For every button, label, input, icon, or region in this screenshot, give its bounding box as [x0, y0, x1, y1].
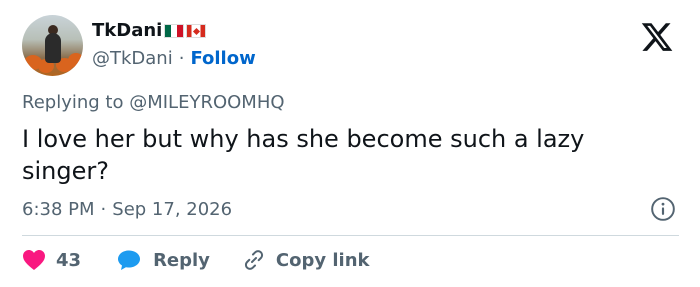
tweet-time: 6:38 PM [22, 199, 95, 220]
avatar[interactable] [22, 15, 83, 76]
tweet-text: I love her but why has she become such a… [22, 125, 585, 185]
action-bar: 43 Reply Copy link [22, 244, 370, 276]
reply-mention[interactable]: @MILEYROOMHQ [129, 92, 284, 113]
copy-link-label: Copy link [275, 249, 370, 271]
link-icon [244, 250, 263, 270]
follow-button[interactable]: Follow [190, 48, 255, 69]
handle-separator: · [178, 48, 185, 69]
tweet-card: TkDani @TkDani · Follow Replying to @MIL… [0, 0, 700, 287]
like-button[interactable]: 43 [22, 249, 81, 271]
info-icon[interactable] [650, 196, 676, 222]
author-name-row: TkDani [92, 20, 207, 41]
display-name[interactable]: TkDani [92, 20, 162, 41]
x-logo-icon[interactable] [640, 20, 674, 54]
mexico-flag-icon [164, 23, 185, 38]
reply-button[interactable]: Reply [117, 249, 210, 271]
copy-link-button[interactable]: Copy link [242, 248, 370, 272]
replying-to: Replying to @MILEYROOMHQ [22, 92, 285, 113]
handle-row: @TkDani · Follow [92, 48, 256, 69]
replying-to-label: Replying to [22, 92, 124, 113]
tweet-date: Sep 17, 2026 [112, 199, 233, 220]
like-count: 43 [56, 249, 82, 271]
timestamp-separator: · [100, 199, 107, 220]
author-handle[interactable]: @TkDani [92, 48, 173, 69]
heart-icon [23, 250, 45, 270]
canada-flag-icon [186, 23, 207, 38]
speech-bubble-icon [118, 250, 141, 270]
timestamp[interactable]: 6:38 PM · Sep 17, 2026 [22, 199, 232, 220]
reply-label: Reply [153, 249, 210, 271]
divider [22, 235, 679, 236]
